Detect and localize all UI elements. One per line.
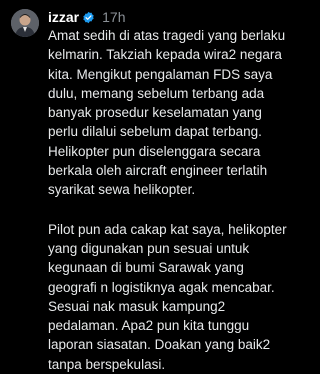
text-line: perlu dilalui sebelum dapat terbang. (48, 124, 262, 140)
username[interactable]: izzar (48, 9, 79, 25)
text-line: Pilot pun ada cakap kat saya, helikopter (48, 221, 287, 237)
post-paragraph-2: Pilot pun ada cakap kat saya, helikopter… (48, 220, 308, 374)
text-line: banyak prosedur keselamatan yang (48, 105, 262, 121)
text-line: kelmarin. Takziah kepada wira2 negara (48, 47, 282, 63)
text-line: Amat sedih di atas tragedi yang berlaku (48, 28, 286, 43)
text-line: laporan siasatan. Doakan yang baik2 (48, 337, 271, 353)
text-line: tanpa berspekulasi. (48, 356, 166, 372)
post-timestamp[interactable]: 17h (102, 9, 125, 25)
text-line: Sesuai nak masuk kampung2 (48, 298, 226, 314)
post-body: Amat sedih di atas tragedi yang berlaku … (48, 26, 308, 374)
text-line: geografi n logistiknya agak mencabar. (48, 279, 275, 295)
verified-badge-icon (82, 11, 95, 24)
text-line: kita. Mengikut pengalaman FDS saya (48, 66, 273, 82)
post: izzar 17h Amat sedih di atas tragedi yan… (0, 0, 310, 372)
avatar-portrait-icon (11, 9, 39, 37)
text-line: kegunaan di bumi Sarawak yang (48, 260, 244, 276)
text-line: dulu, memang sebelum terbang ada (48, 85, 265, 101)
text-line: Helikopter pun diselenggara secara (48, 143, 261, 159)
post-paragraph-1: Amat sedih di atas tragedi yang berlaku … (48, 26, 308, 200)
text-line: berkala oleh aircraft engineer terlatih (48, 163, 268, 179)
text-line: syarikat sewa helikopter. (48, 182, 196, 198)
text-line: pedalaman. Apa2 pun kita tunggu (48, 318, 250, 334)
text-line: yang digunakan pun sesuai untuk (48, 240, 250, 256)
post-header: izzar 17h (48, 9, 125, 25)
user-avatar[interactable] (11, 9, 39, 37)
